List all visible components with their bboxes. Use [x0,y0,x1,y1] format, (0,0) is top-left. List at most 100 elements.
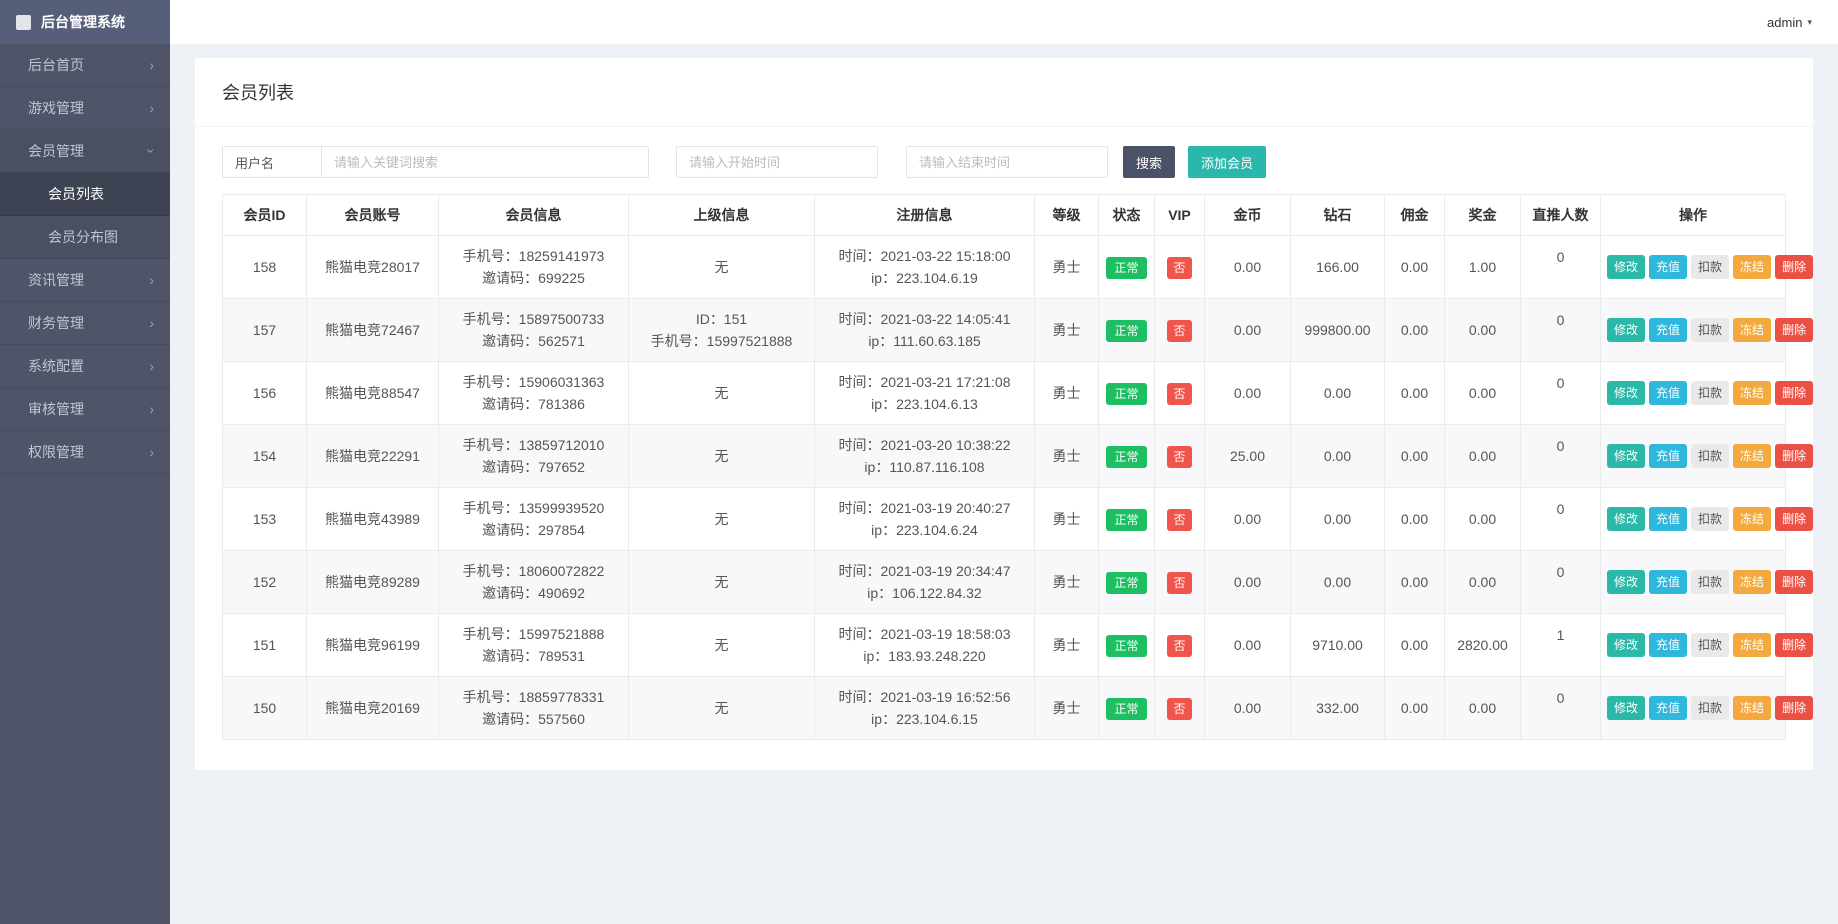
deduct-button[interactable]: 扣款 [1691,570,1729,594]
brand-title: 后台管理系统 [41,12,125,32]
edit-button[interactable]: 修改 [1607,318,1645,342]
keyword-input[interactable] [321,146,649,178]
status-badge: 正常 [1106,446,1146,468]
recharge-button[interactable]: 充值 [1649,444,1687,468]
delete-button[interactable]: 删除 [1775,255,1813,279]
edit-button[interactable]: 修改 [1607,507,1645,531]
recharge-button[interactable]: 充值 [1649,570,1687,594]
vip-cell: 否 [1155,488,1205,551]
add-member-button[interactable]: 添加会员 [1188,146,1266,178]
table-row: 153熊猫电竞43989手机号：13599939520邀请码：297854无时间… [223,488,1786,551]
chevron-right-icon: › [149,58,154,72]
sidebar-item-game[interactable]: 游戏管理› [0,87,170,130]
chevron-right-icon: › [149,273,154,287]
delete-button[interactable]: 删除 [1775,318,1813,342]
edit-button[interactable]: 修改 [1607,444,1645,468]
status-cell: 正常 [1099,362,1155,425]
freeze-button[interactable]: 冻结 [1733,318,1771,342]
username: admin [1767,15,1802,30]
diamond-cell: 166.00 [1291,236,1385,299]
referrals-cell: 0 [1521,425,1601,488]
status-cell: 正常 [1099,677,1155,740]
register-info-cell: 时间：2021-03-21 17:21:08ip：223.104.6.13 [815,362,1035,425]
sidebar-item-audit[interactable]: 审核管理› [0,388,170,431]
edit-button[interactable]: 修改 [1607,255,1645,279]
recharge-button[interactable]: 充值 [1649,696,1687,720]
deduct-button[interactable]: 扣款 [1691,507,1729,531]
status-badge: 正常 [1106,698,1146,720]
column-header: 操作 [1601,195,1786,236]
delete-button[interactable]: 删除 [1775,507,1813,531]
level-cell: 勇士 [1035,299,1099,362]
recharge-button[interactable]: 充值 [1649,381,1687,405]
sidebar-item-system[interactable]: 系统配置› [0,345,170,388]
delete-button[interactable]: 删除 [1775,633,1813,657]
deduct-button[interactable]: 扣款 [1691,444,1729,468]
sidebar-item-member-map[interactable]: 会员分布图 [0,216,170,259]
vip-badge: 否 [1167,635,1191,657]
freeze-button[interactable]: 冻结 [1733,255,1771,279]
level-cell: 勇士 [1035,551,1099,614]
freeze-button[interactable]: 冻结 [1733,507,1771,531]
recharge-button[interactable]: 充值 [1649,255,1687,279]
edit-button[interactable]: 修改 [1607,633,1645,657]
edit-button[interactable]: 修改 [1607,381,1645,405]
deduct-button[interactable]: 扣款 [1691,633,1729,657]
delete-button[interactable]: 删除 [1775,570,1813,594]
commission-cell: 0.00 [1385,236,1445,299]
freeze-button[interactable]: 冻结 [1733,696,1771,720]
sidebar-item-finance[interactable]: 财务管理› [0,302,170,345]
chevron-right-icon: › [149,101,154,115]
parent-info-cell: 无 [629,677,815,740]
sidebar-item-news[interactable]: 资讯管理› [0,259,170,302]
member-account-cell: 熊猫电竞88547 [307,362,439,425]
start-time-input[interactable] [676,146,878,178]
member-id-cell: 152 [223,551,307,614]
sidebar-item-permission[interactable]: 权限管理› [0,431,170,474]
edit-button[interactable]: 修改 [1607,696,1645,720]
freeze-button[interactable]: 冻结 [1733,381,1771,405]
delete-button[interactable]: 删除 [1775,381,1813,405]
sidebar-item-label: 财务管理 [28,313,84,333]
end-time-input[interactable] [906,146,1108,178]
table-wrap: 会员ID会员账号会员信息上级信息注册信息等级状态VIP金币钻石佣金奖金直推人数操… [195,194,1813,770]
member-id-cell: 154 [223,425,307,488]
bonus-cell: 0.00 [1445,299,1521,362]
column-header: 状态 [1099,195,1155,236]
freeze-button[interactable]: 冻结 [1733,633,1771,657]
bonus-cell: 0.00 [1445,488,1521,551]
recharge-button[interactable]: 充值 [1649,507,1687,531]
field-select[interactable]: 用户名 [222,146,322,178]
sidebar-item-home[interactable]: 后台首页› [0,44,170,87]
freeze-button[interactable]: 冻结 [1733,570,1771,594]
table-header-row: 会员ID会员账号会员信息上级信息注册信息等级状态VIP金币钻石佣金奖金直推人数操… [223,195,1786,236]
edit-button[interactable]: 修改 [1607,570,1645,594]
actions-cell: 修改充值扣款冻结删除 [1601,614,1786,677]
register-info-cell: 时间：2021-03-22 15:18:00ip：223.104.6.19 [815,236,1035,299]
delete-button[interactable]: 删除 [1775,444,1813,468]
deduct-button[interactable]: 扣款 [1691,318,1729,342]
deduct-button[interactable]: 扣款 [1691,255,1729,279]
member-account-cell: 熊猫电竞96199 [307,614,439,677]
table-row: 154熊猫电竞22291手机号：13859712010邀请码：797652无时间… [223,425,1786,488]
freeze-button[interactable]: 冻结 [1733,444,1771,468]
status-badge: 正常 [1106,383,1146,405]
diamond-cell: 0.00 [1291,362,1385,425]
table-row: 151熊猫电竞96199手机号：15997521888邀请码：789531无时间… [223,614,1786,677]
bonus-cell: 0.00 [1445,551,1521,614]
recharge-button[interactable]: 充值 [1649,633,1687,657]
sidebar-item-label: 系统配置 [28,356,84,376]
vip-cell: 否 [1155,425,1205,488]
member-info-cell: 手机号：18259141973邀请码：699225 [439,236,629,299]
recharge-button[interactable]: 充值 [1649,318,1687,342]
sidebar-item-member-list[interactable]: 会员列表 [0,173,170,216]
member-id-cell: 150 [223,677,307,740]
search-button[interactable]: 搜索 [1123,146,1175,178]
deduct-button[interactable]: 扣款 [1691,696,1729,720]
user-menu[interactable]: admin ▾ [1767,15,1812,30]
sidebar-item-member[interactable]: 会员管理› [0,130,170,173]
member-account-cell: 熊猫电竞22291 [307,425,439,488]
deduct-button[interactable]: 扣款 [1691,381,1729,405]
table-row: 157熊猫电竞72467手机号：15897500733邀请码：562571ID：… [223,299,1786,362]
delete-button[interactable]: 删除 [1775,696,1813,720]
